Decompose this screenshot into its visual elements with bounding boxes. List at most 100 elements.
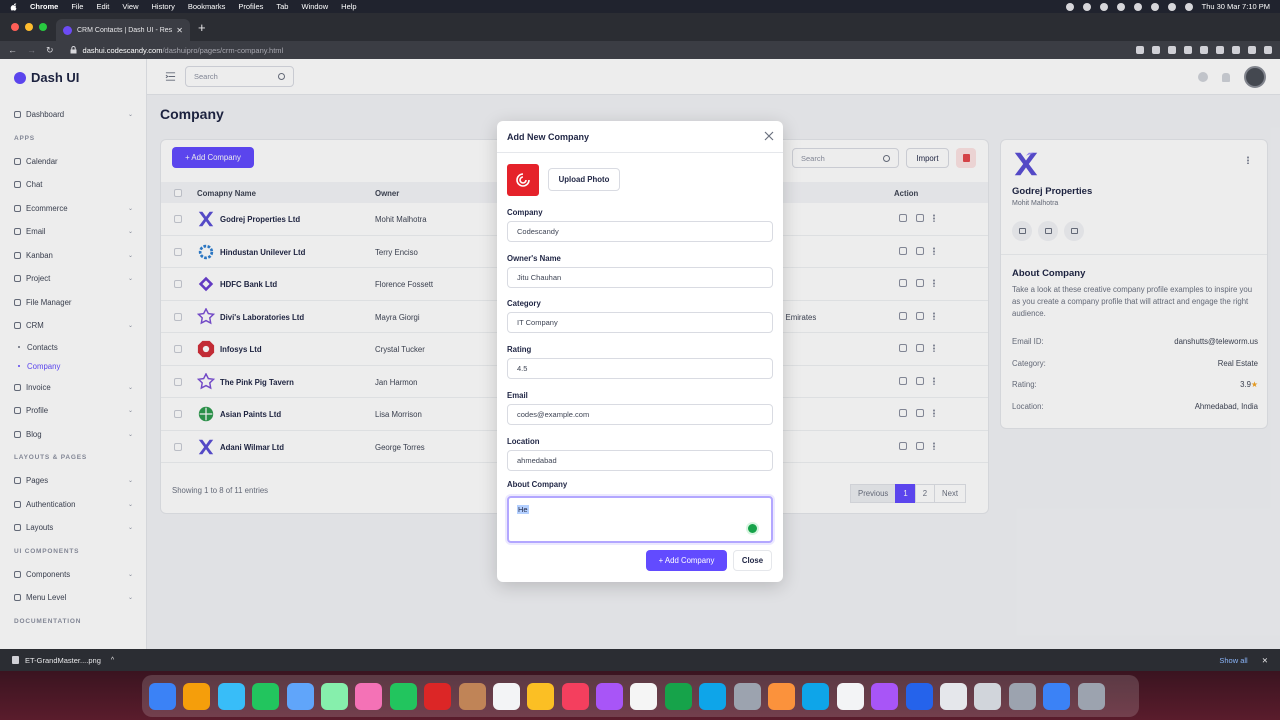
dock-app-icon[interactable] (389, 682, 417, 710)
owner-s-name-field[interactable]: Jitu Chauhan (507, 266, 773, 288)
wifi-icon[interactable] (1133, 2, 1142, 11)
extensions-puzzle-icon[interactable] (1216, 46, 1224, 54)
dock-app-icon[interactable] (699, 682, 727, 710)
dock-app-icon[interactable] (974, 682, 1002, 710)
extension-icon[interactable] (1184, 46, 1192, 54)
minimize-window-button[interactable] (25, 23, 33, 31)
download-item[interactable]: ET-GrandMaster....png (12, 656, 101, 665)
zoom-window-button[interactable] (39, 23, 47, 31)
new-tab-button[interactable]: + (198, 21, 206, 34)
dock-app-icon[interactable] (939, 682, 967, 710)
dock-app-icon[interactable] (458, 682, 486, 710)
dock-app-icon[interactable] (768, 682, 796, 710)
menu-tab[interactable]: Tab (276, 2, 288, 11)
extension-icon[interactable] (1168, 46, 1176, 54)
menu-file[interactable]: File (71, 2, 83, 11)
dock-app-icon[interactable] (836, 682, 864, 710)
url-field[interactable]: dashui.codescandy.com/dashuipro/pages/cr… (70, 43, 1070, 57)
dock-app-icon[interactable] (1043, 682, 1071, 710)
dock-app-icon[interactable] (183, 682, 211, 710)
menu-view[interactable]: View (122, 2, 138, 11)
close-modal-button[interactable]: Close (733, 550, 772, 571)
modal-title: Add New Company (507, 132, 590, 142)
menu-bookmarks[interactable]: Bookmarks (188, 2, 226, 11)
dock-app-icon[interactable] (320, 682, 348, 710)
spotlight-icon[interactable] (1150, 2, 1159, 11)
company-field[interactable]: Codescandy (507, 221, 773, 242)
rating-value: 4.5 (517, 364, 528, 374)
category-label: Category (507, 299, 541, 309)
show-all-downloads-link[interactable]: Show all (1219, 656, 1247, 665)
dock-app-icon[interactable] (596, 682, 624, 710)
close-window-button[interactable] (11, 23, 19, 31)
dock-app-icon[interactable] (905, 682, 933, 710)
dock-app-icon[interactable] (664, 682, 692, 710)
location-value: ahmedabad (517, 455, 557, 465)
dock-app-icon[interactable] (1077, 682, 1105, 710)
browser-tab[interactable]: CRM Contacts | Dash UI - Res ✕ (56, 19, 190, 41)
web-page: Dash UI Dashboard ⌄ APPS Calendar Chat Ecomme… (0, 59, 1280, 649)
menu-window[interactable]: Window (301, 2, 328, 11)
dock-app-icon[interactable] (802, 682, 830, 710)
siri-icon[interactable] (1184, 2, 1193, 11)
dock-app-icon[interactable] (252, 682, 280, 710)
apple-icon[interactable] (10, 2, 18, 11)
tab-title: CRM Contacts | Dash UI - Res (77, 26, 173, 34)
control-center-icon[interactable] (1167, 2, 1176, 11)
menu-history[interactable]: History (152, 2, 175, 11)
profile-icon[interactable] (1248, 46, 1256, 54)
menu-profiles[interactable]: Profiles (238, 2, 263, 11)
address-bar: ← → ↻ dashui.codescandy.com/dashuipro/pa… (0, 41, 1280, 59)
dock-app-icon[interactable] (286, 682, 314, 710)
dock-app-icon[interactable] (149, 682, 176, 710)
dock-app-icon[interactable] (630, 682, 658, 710)
chevron-up-icon[interactable]: ^ (111, 657, 114, 664)
record-icon[interactable] (1065, 2, 1074, 11)
close-tab-icon[interactable]: ✕ (176, 26, 183, 35)
dock-app-icon[interactable] (561, 682, 589, 710)
dock-app-icon[interactable] (1008, 682, 1036, 710)
dock-app-icon[interactable] (492, 682, 520, 710)
category-field[interactable]: IT Company (507, 312, 773, 334)
grammarly-icon[interactable] (746, 522, 759, 535)
about-company-textarea[interactable]: He (507, 496, 773, 543)
shield-icon[interactable] (1082, 2, 1091, 11)
dock-app-icon[interactable] (217, 682, 245, 710)
email-label: Email (507, 390, 528, 400)
submit-add-company-button[interactable]: + Add Company (646, 550, 727, 571)
close-icon[interactable] (763, 130, 775, 142)
window-controls (11, 23, 47, 31)
menu-help[interactable]: Help (341, 2, 356, 11)
email-field[interactable]: codes@example.com (507, 403, 773, 425)
dock-app-icon[interactable] (871, 682, 899, 710)
rating-field[interactable]: 4.5 (507, 358, 773, 380)
favicon-icon (63, 25, 72, 35)
status-icons: Thu 30 Mar 7:10 PM (1065, 2, 1270, 11)
sidepanel-icon[interactable] (1232, 46, 1240, 54)
dock-app-icon[interactable] (424, 682, 452, 710)
bluetooth-icon[interactable] (1116, 2, 1125, 11)
dock-app-icon[interactable] (355, 682, 383, 710)
menu-chrome[interactable]: Chrome (30, 2, 58, 11)
close-downloads-icon[interactable]: ✕ (1262, 656, 1268, 665)
mac-dock (142, 675, 1139, 717)
menu-edit[interactable]: Edit (96, 2, 109, 11)
back-icon[interactable]: ← (8, 45, 17, 55)
extension-icon[interactable] (1200, 46, 1208, 54)
dock-app-icon[interactable] (527, 682, 555, 710)
reload-icon[interactable]: ↻ (46, 45, 54, 56)
url-path: /dashuipro/pages/crm-company.html (162, 45, 284, 55)
more-menu-icon[interactable] (1264, 46, 1272, 54)
location-label: Location (507, 436, 540, 446)
upload-photo-button[interactable]: Upload Photo (548, 168, 620, 191)
location-field[interactable]: ahmedabad (507, 449, 773, 471)
about-company-value: He (517, 505, 529, 514)
rating-label: Rating (507, 345, 532, 355)
bookmark-star-icon[interactable] (1152, 46, 1160, 54)
meet-icon[interactable] (1099, 2, 1108, 11)
dock-app-icon[interactable] (733, 682, 761, 710)
owner-s-name-value: Jitu Chauhan (517, 272, 562, 282)
clock[interactable]: Thu 30 Mar 7:10 PM (1202, 2, 1270, 11)
share-icon[interactable] (1136, 46, 1144, 54)
forward-icon[interactable]: → (27, 45, 36, 55)
